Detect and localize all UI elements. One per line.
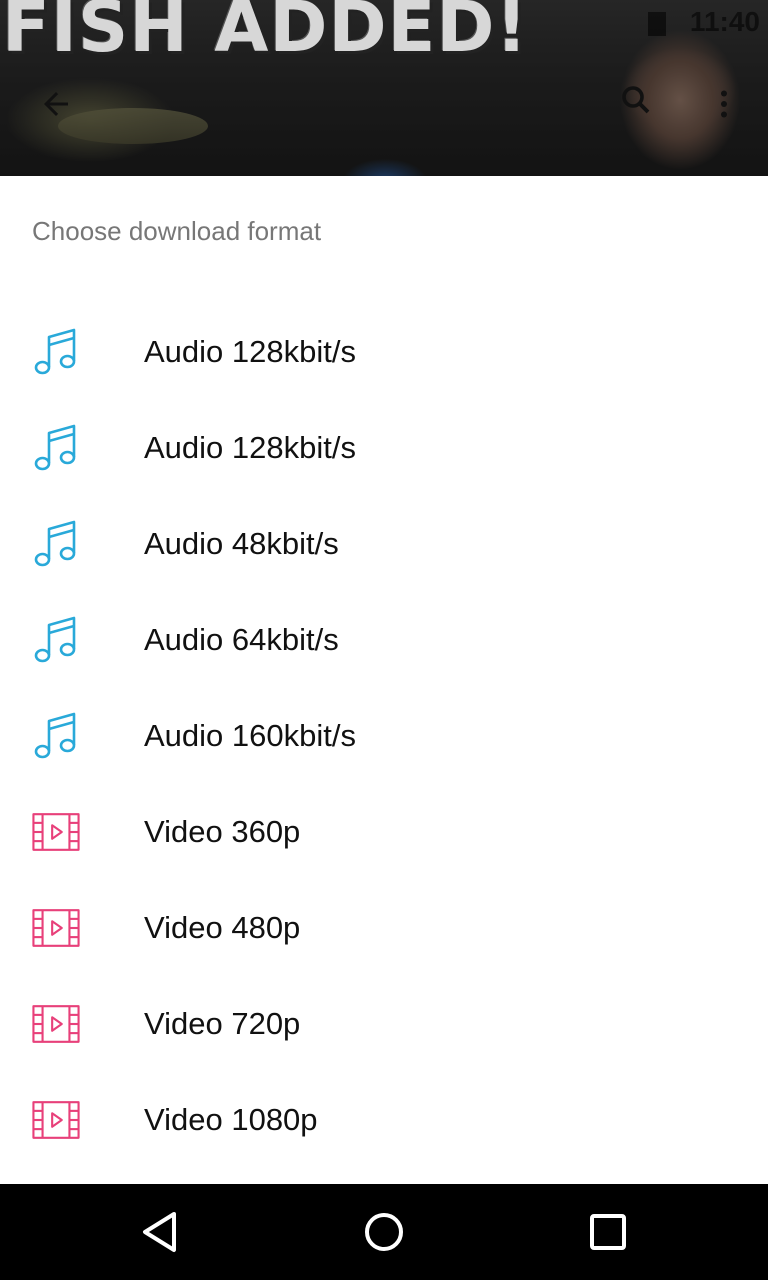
music-note-icon (32, 616, 80, 664)
format-item-audio-48[interactable]: Audio 48kbit/s (0, 496, 768, 592)
music-note-icon (32, 328, 80, 376)
format-label: Video 720p (144, 1006, 301, 1041)
format-list: Audio 128kbit/s Audio 128kbit/s Audio 48… (0, 304, 768, 1168)
nav-back-button[interactable] (136, 1208, 184, 1256)
nav-home-button[interactable] (360, 1208, 408, 1256)
more-options-button[interactable] (700, 80, 748, 128)
search-button[interactable] (612, 76, 660, 124)
film-icon (32, 904, 80, 952)
format-item-video-480p[interactable]: Video 480p (0, 880, 768, 976)
back-button[interactable] (32, 80, 80, 128)
nav-recents-icon (590, 1214, 626, 1250)
film-icon (32, 808, 80, 856)
more-vert-icon (721, 90, 727, 118)
thumbnail-title: FISH ADDED! (2, 0, 529, 68)
format-item-audio-160[interactable]: Audio 160kbit/s (0, 688, 768, 784)
format-label: Video 1080p (144, 1102, 318, 1137)
sheet-title: Choose download format (32, 216, 322, 246)
format-label: Audio 64kbit/s (144, 622, 339, 657)
format-label: Video 360p (144, 814, 301, 849)
format-item-audio-128-2[interactable]: Audio 128kbit/s (0, 400, 768, 496)
search-icon (622, 86, 650, 114)
format-label: Audio 128kbit/s (144, 334, 356, 369)
music-note-icon (32, 520, 80, 568)
format-item-audio-64[interactable]: Audio 64kbit/s (0, 592, 768, 688)
format-item-video-720p[interactable]: Video 720p (0, 976, 768, 1072)
format-label: Audio 48kbit/s (144, 526, 339, 561)
film-icon (32, 1096, 80, 1144)
format-label: Video 480p (144, 910, 301, 945)
format-item-video-360p[interactable]: Video 360p (0, 784, 768, 880)
music-note-icon (32, 424, 80, 472)
format-item-audio-128-1[interactable]: Audio 128kbit/s (0, 304, 768, 400)
nav-recents-button[interactable] (584, 1208, 632, 1256)
nav-back-icon (143, 1212, 176, 1252)
battery-icon (648, 12, 666, 36)
download-format-sheet: Choose download format Audio 128kbit/s A… (0, 176, 768, 1184)
system-nav-bar (0, 1184, 768, 1280)
status-time: 11:40 (689, 6, 760, 37)
screen: FISH ADDED! 11:40 Choose download format (0, 0, 768, 1280)
music-note-icon (32, 712, 80, 760)
arrow-back-icon (44, 92, 68, 116)
video-thumbnail: FISH ADDED! 11:40 (0, 0, 768, 176)
film-icon (32, 1000, 80, 1048)
format-label: Audio 128kbit/s (144, 430, 356, 465)
format-label: Audio 160kbit/s (144, 718, 356, 753)
nav-home-icon (365, 1213, 403, 1251)
format-item-video-1080p[interactable]: Video 1080p (0, 1072, 768, 1168)
